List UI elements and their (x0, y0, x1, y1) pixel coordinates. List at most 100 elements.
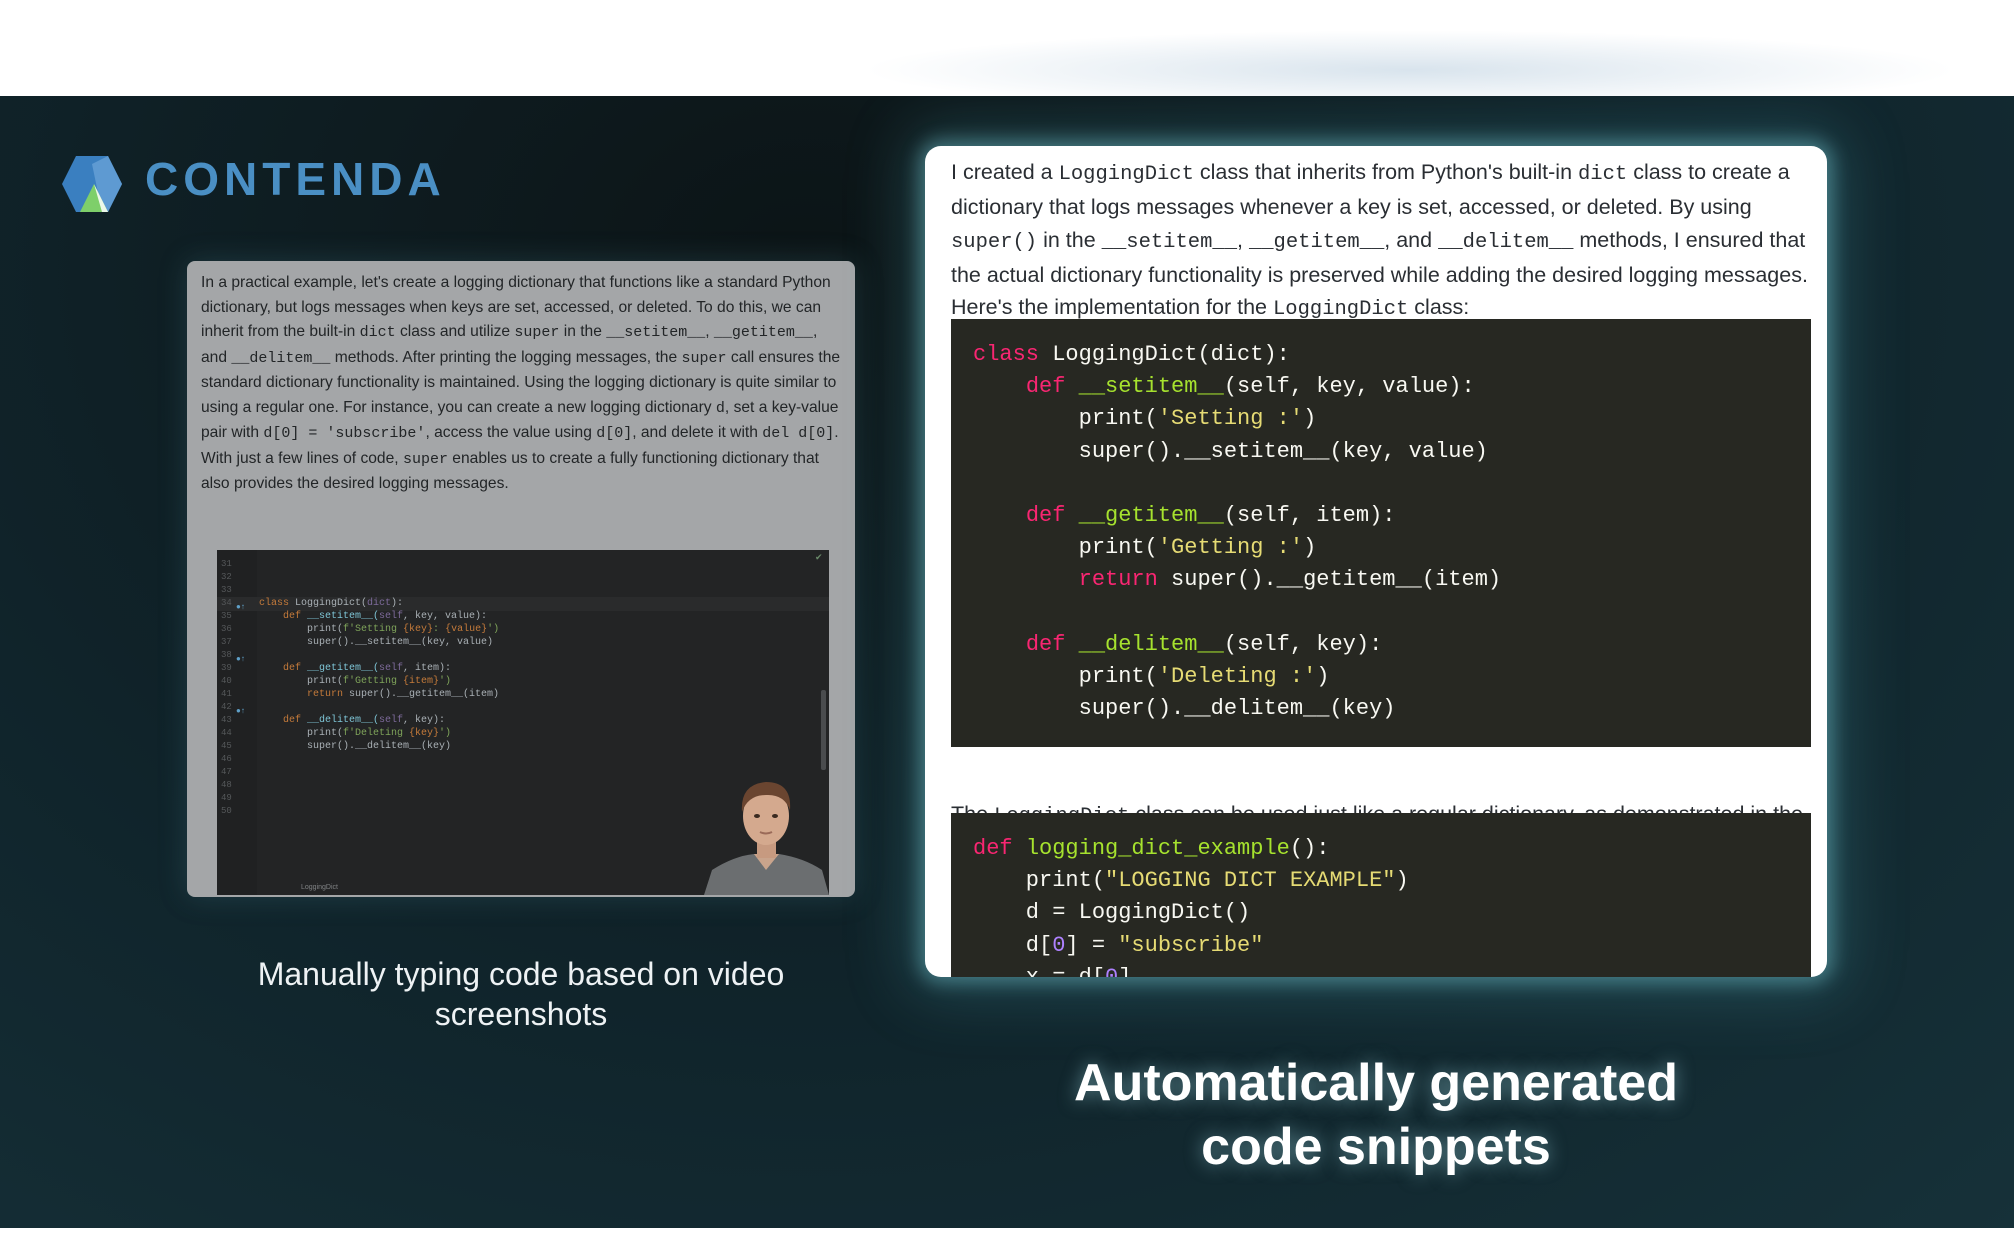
inline-code: d (715, 399, 725, 417)
contenda-hexagon-logo-icon (62, 156, 122, 212)
presenter-webcam-image (704, 770, 829, 895)
text-run: class that inherits from Python's built-… (1193, 160, 1578, 184)
line-number: 46 (221, 754, 232, 764)
code-block-example: def logging_dict_example(): print("LOGGI… (951, 813, 1811, 977)
inline-code: super (681, 349, 727, 367)
code-token: print( (973, 406, 1158, 432)
line-number: 33 (221, 585, 232, 595)
code-token: 'Setting :' (1157, 406, 1304, 432)
line-number: 34 (221, 598, 232, 608)
top-margin (0, 0, 2014, 96)
code-token: x = d[ (973, 965, 1105, 977)
right-caption-line-2: code snippets (1201, 1118, 1551, 1176)
check-icon: ✔ (815, 552, 823, 562)
text-run: , access the value using (425, 424, 597, 441)
code-token: "LOGGING DICT EXAMPLE" (1105, 868, 1396, 894)
line-number: 48 (221, 780, 232, 790)
code-token: ] (1118, 965, 1131, 977)
text-run: , and (1384, 227, 1439, 252)
code-token: def (1025, 631, 1079, 657)
code-token: class (973, 342, 1053, 367)
code-token: print( (973, 868, 1106, 894)
code-token: super().__delitem__(key) (973, 696, 1396, 722)
code-line: super().__setitem__(key, value) (259, 637, 494, 648)
code-token: def (1025, 503, 1079, 529)
inline-code: super (402, 450, 448, 468)
line-number: 43 (221, 715, 232, 725)
inline-code: __delitem__ (231, 349, 331, 367)
line-number: 49 (221, 793, 232, 803)
code-line: def __setitem__(self, key, value): (259, 611, 488, 622)
text-run: I created a (951, 160, 1059, 184)
code-token: super().__getitem__(item) (1171, 567, 1502, 593)
line-number: 35 (221, 611, 232, 621)
code-token: ) (1395, 868, 1409, 894)
inline-code: del d[0] (762, 425, 835, 442)
inline-code: d[0] = 'subscribe' (263, 425, 426, 442)
code-token: (self, key, value): (1223, 374, 1475, 400)
code-token: ] = (1065, 932, 1119, 958)
code-token: d = LoggingDict() (973, 900, 1251, 926)
editor-tab-label: LoggingDict (301, 884, 338, 891)
line-number: 47 (221, 767, 232, 777)
line-number: 50 (221, 806, 232, 816)
code-line: super().__delitem__(key) (259, 741, 452, 752)
inline-code: dict (1578, 163, 1628, 186)
code-token: (): (1289, 836, 1330, 861)
inline-code: __getitem__ (713, 324, 813, 341)
code-token: logging_dict_example (1025, 836, 1290, 861)
code-token: 'Getting :' (1157, 535, 1304, 561)
slide: CONTENDA In a practical example, let's c… (0, 96, 2014, 1228)
line-number: 45 (221, 741, 232, 751)
line-number: 32 (221, 572, 232, 582)
inline-code: __delitem__ (1438, 230, 1574, 254)
line-number: 38 (221, 650, 232, 660)
inline-code: dict (359, 324, 396, 341)
code-text: def logging_dict_example(): print("LOGGI… (951, 813, 1811, 977)
code-token: return (1078, 567, 1172, 593)
code-token: (self, item): (1223, 503, 1396, 529)
snippet-intro-paragraph: I created a LoggingDict class that inher… (951, 156, 1811, 326)
code-token: super().__setitem__(key, value) (973, 438, 1488, 464)
inline-code: LoggingDict (1058, 163, 1194, 186)
code-token: ) (1303, 406, 1317, 432)
override-marker-icon: ●↑ (236, 654, 245, 663)
generated-snippet-panel: I created a LoggingDict class that inher… (925, 146, 1827, 977)
line-number: 31 (221, 559, 232, 569)
inline-code: super() (951, 230, 1038, 254)
code-token: "subscribe" (1118, 932, 1264, 958)
code-token: def (973, 836, 1026, 861)
code-block-logging-dict: class LoggingDict(dict): def __setitem__… (951, 319, 1811, 747)
code-token: d[ (973, 932, 1053, 958)
inline-code: __setitem__ (606, 324, 706, 341)
code-token: print( (973, 664, 1158, 690)
code-token: (self, key): (1223, 631, 1383, 657)
text-run: class and utilize (395, 323, 515, 340)
code-line: print(f'Setting {key}: {value}') (259, 624, 500, 635)
right-caption: Automatically generated code snippets (925, 1051, 1827, 1179)
inline-code: __setitem__ (1101, 230, 1237, 254)
code-line: def __delitem__(self, key): (259, 715, 446, 726)
code-text: class LoggingDict(dict): def __setitem__… (951, 319, 1811, 745)
code-line: print(f'Getting {item}') (259, 676, 452, 687)
inline-code: LoggingDict (1273, 298, 1409, 322)
video-screenshot: 31 32 33 34 35 36 37 38 39 40 41 42 43 44 45 46 47 48 49 50… (217, 550, 829, 895)
code-token: print( (973, 535, 1158, 561)
override-marker-icon: ●↑ (236, 602, 245, 611)
right-caption-line-1: Automatically generated (1074, 1054, 1678, 1112)
code-token: 0 (1105, 965, 1118, 977)
inline-code: super (514, 324, 560, 341)
brand-name: CONTENDA (145, 153, 446, 205)
line-number: 39 (221, 663, 232, 673)
code-line: class LoggingDict(dict): (259, 598, 404, 609)
text-run: , (1237, 227, 1249, 252)
code-token: ) (1303, 535, 1317, 561)
override-marker-icon: ●↑ (236, 706, 245, 715)
code-line: def __getitem__(self, item): (259, 663, 452, 674)
code-token: 'Deleting :' (1157, 664, 1317, 690)
code-token: 0 (1052, 932, 1066, 958)
